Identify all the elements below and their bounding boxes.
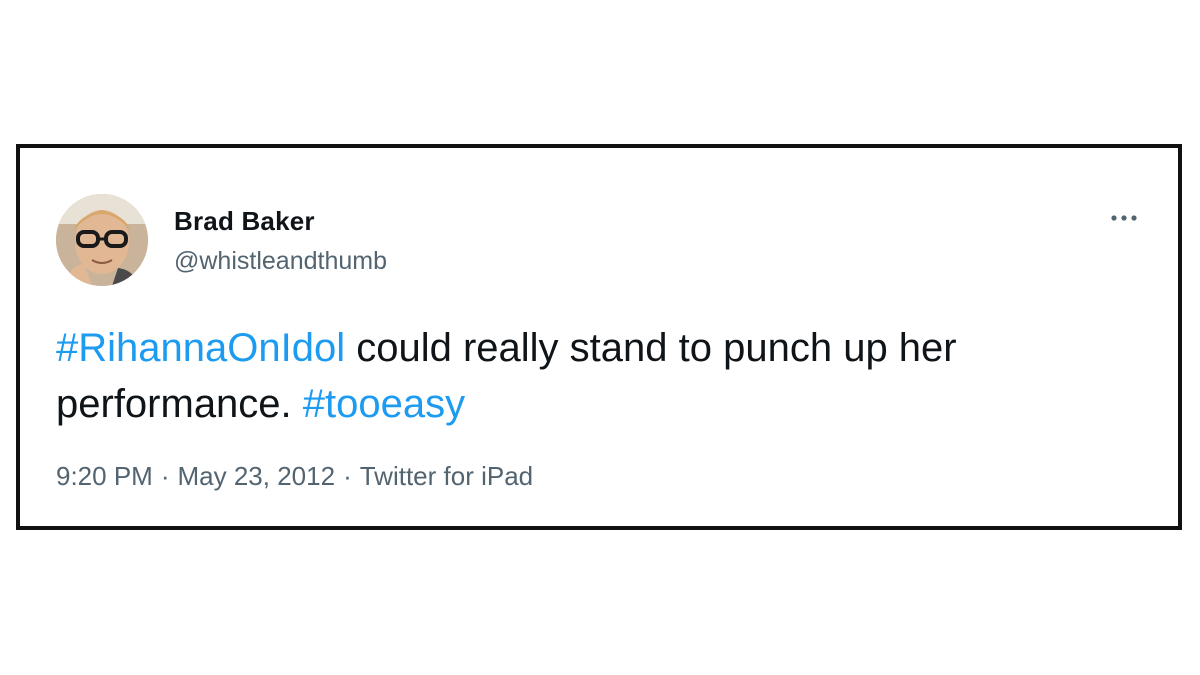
tweet-source[interactable]: Twitter for iPad xyxy=(360,461,533,491)
author-handle[interactable]: @whistleandthumb xyxy=(174,247,387,276)
tweet-date[interactable]: May 23, 2012 xyxy=(178,461,336,491)
author-avatar[interactable] xyxy=(56,194,148,286)
more-horizontal-icon xyxy=(1111,215,1137,221)
author-name[interactable]: Brad Baker xyxy=(174,206,315,237)
meta-separator: · xyxy=(343,461,352,491)
more-button[interactable] xyxy=(1104,204,1144,232)
avatar-photo xyxy=(56,194,148,286)
page: Brad Baker @whistleandthumb #RihannaOnId… xyxy=(0,0,1200,675)
hashtag-tooeasy[interactable]: #tooeasy xyxy=(303,382,465,426)
tweet-text: #RihannaOnIdol could really stand to pun… xyxy=(56,320,1136,432)
tweet-meta: 9:20 PM · May 23, 2012 · Twitter for iPad xyxy=(56,461,533,492)
meta-separator: · xyxy=(160,461,170,491)
tweet-card: Brad Baker @whistleandthumb #RihannaOnId… xyxy=(16,144,1182,530)
tweet-time[interactable]: 9:20 PM xyxy=(56,461,153,491)
hashtag-rihannaonidol[interactable]: #RihannaOnIdol xyxy=(56,326,345,370)
